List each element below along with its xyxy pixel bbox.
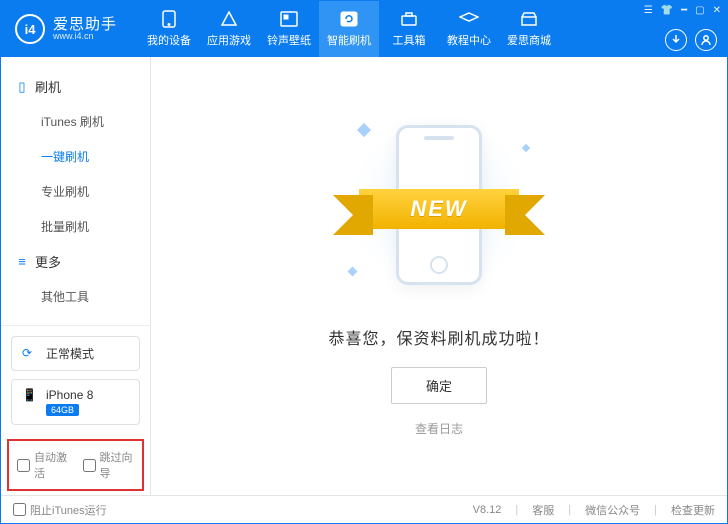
sidebar-category-flash: ▯ 刷机 (1, 69, 150, 104)
block-itunes-checkbox[interactable]: 阻止iTunes运行 (13, 502, 107, 518)
refresh-icon (339, 10, 359, 28)
options-highlight-box: 自动激活 跳过向导 (7, 439, 144, 491)
support-link[interactable]: 客服 (532, 502, 554, 518)
sidebar-item-pro-flash[interactable]: 专业刷机 (1, 174, 150, 209)
tab-store[interactable]: 爱思商城 (499, 1, 559, 57)
tab-label: 智能刷机 (327, 32, 371, 48)
window-controls: ☰ 👕 ━ ▢ ✕ (644, 5, 721, 16)
tab-toolbox[interactable]: 工具箱 (379, 1, 439, 57)
checkbox-label: 跳过向导 (100, 449, 135, 481)
mode-card[interactable]: ⟳ 正常模式 (11, 336, 140, 371)
success-illustration: NEW (339, 115, 539, 295)
device-card[interactable]: 📱 iPhone 8 64GB (11, 379, 140, 425)
tab-label: 教程中心 (447, 32, 491, 48)
version-label: V8.12 (473, 504, 502, 516)
logo-title: 爱思助手 (53, 17, 117, 32)
user-button[interactable] (695, 29, 717, 51)
app-logo: i4 爱思助手 www.i4.cn (1, 14, 131, 44)
tab-my-device[interactable]: 我的设备 (139, 1, 199, 57)
app-header: i4 爱思助手 www.i4.cn 我的设备 应用游戏 铃声壁纸 智能刷机 (1, 1, 727, 57)
auto-activate-checkbox[interactable]: 自动激活 (17, 449, 69, 481)
download-button[interactable] (665, 29, 687, 51)
header-tabs: 我的设备 应用游戏 铃声壁纸 智能刷机 工具箱 教程中心 (139, 1, 559, 57)
close-icon[interactable]: ✕ (713, 5, 721, 16)
ribbon-label: NEW (359, 189, 519, 229)
phone-icon: 📱 (22, 388, 38, 404)
logo-subtitle: www.i4.cn (53, 32, 117, 41)
main-content: NEW 恭喜您，保资料刷机成功啦！ 确定 查看日志 (151, 57, 727, 495)
view-log-link[interactable]: 查看日志 (415, 420, 463, 437)
status-bar: 阻止iTunes运行 V8.12 | 客服 | 微信公众号 | 检查更新 (1, 495, 727, 523)
tab-label: 应用游戏 (207, 32, 251, 48)
phone-icon (159, 10, 179, 28)
checkbox-label: 阻止iTunes运行 (30, 502, 107, 518)
minimize-icon[interactable]: ━ (681, 5, 687, 16)
refresh-icon: ⟳ (22, 346, 38, 362)
sidebar: ▯ 刷机 iTunes 刷机 一键刷机 专业刷机 批量刷机 ≡ 更多 其他工具 … (1, 57, 151, 495)
logo-mark: i4 (15, 14, 45, 44)
mode-label: 正常模式 (46, 345, 94, 362)
tab-label: 工具箱 (393, 32, 426, 48)
category-label: 更多 (35, 252, 61, 271)
skip-guide-checkbox[interactable]: 跳过向导 (83, 449, 135, 481)
image-icon (279, 10, 299, 28)
checkbox-label: 自动激活 (34, 449, 69, 481)
tab-label: 铃声壁纸 (267, 32, 311, 48)
menu-icon: ≡ (15, 254, 29, 269)
sidebar-item-other-tools[interactable]: 其他工具 (1, 279, 150, 314)
sidebar-item-itunes-flash[interactable]: iTunes 刷机 (1, 104, 150, 139)
tab-ringtones[interactable]: 铃声壁纸 (259, 1, 319, 57)
toolbox-icon (399, 10, 419, 28)
new-ribbon: NEW (359, 189, 519, 229)
sidebar-item-batch-flash[interactable]: 批量刷机 (1, 209, 150, 244)
storage-badge: 64GB (46, 404, 79, 416)
graduation-icon (459, 10, 479, 28)
device-name: iPhone 8 (46, 388, 93, 402)
tab-tutorials[interactable]: 教程中心 (439, 1, 499, 57)
tab-label: 我的设备 (147, 32, 191, 48)
appstore-icon (219, 10, 239, 28)
wechat-link[interactable]: 微信公众号 (585, 502, 640, 518)
skin-icon[interactable]: 👕 (661, 5, 673, 16)
tab-label: 爱思商城 (507, 32, 551, 48)
success-message: 恭喜您，保资料刷机成功啦！ (328, 325, 549, 349)
category-label: 刷机 (35, 77, 61, 96)
sidebar-item-download-firmware[interactable]: 下载固件 (1, 314, 150, 325)
tab-flash[interactable]: 智能刷机 (319, 1, 379, 57)
tab-apps[interactable]: 应用游戏 (199, 1, 259, 57)
settings-icon[interactable]: ☰ (644, 5, 653, 16)
maximize-icon[interactable]: ▢ (695, 5, 704, 16)
check-update-link[interactable]: 检查更新 (671, 502, 715, 518)
phone-icon: ▯ (15, 79, 29, 95)
sidebar-item-oneclick-flash[interactable]: 一键刷机 (1, 139, 150, 174)
confirm-button[interactable]: 确定 (391, 367, 487, 404)
store-icon (519, 10, 539, 28)
sidebar-category-more: ≡ 更多 (1, 244, 150, 279)
